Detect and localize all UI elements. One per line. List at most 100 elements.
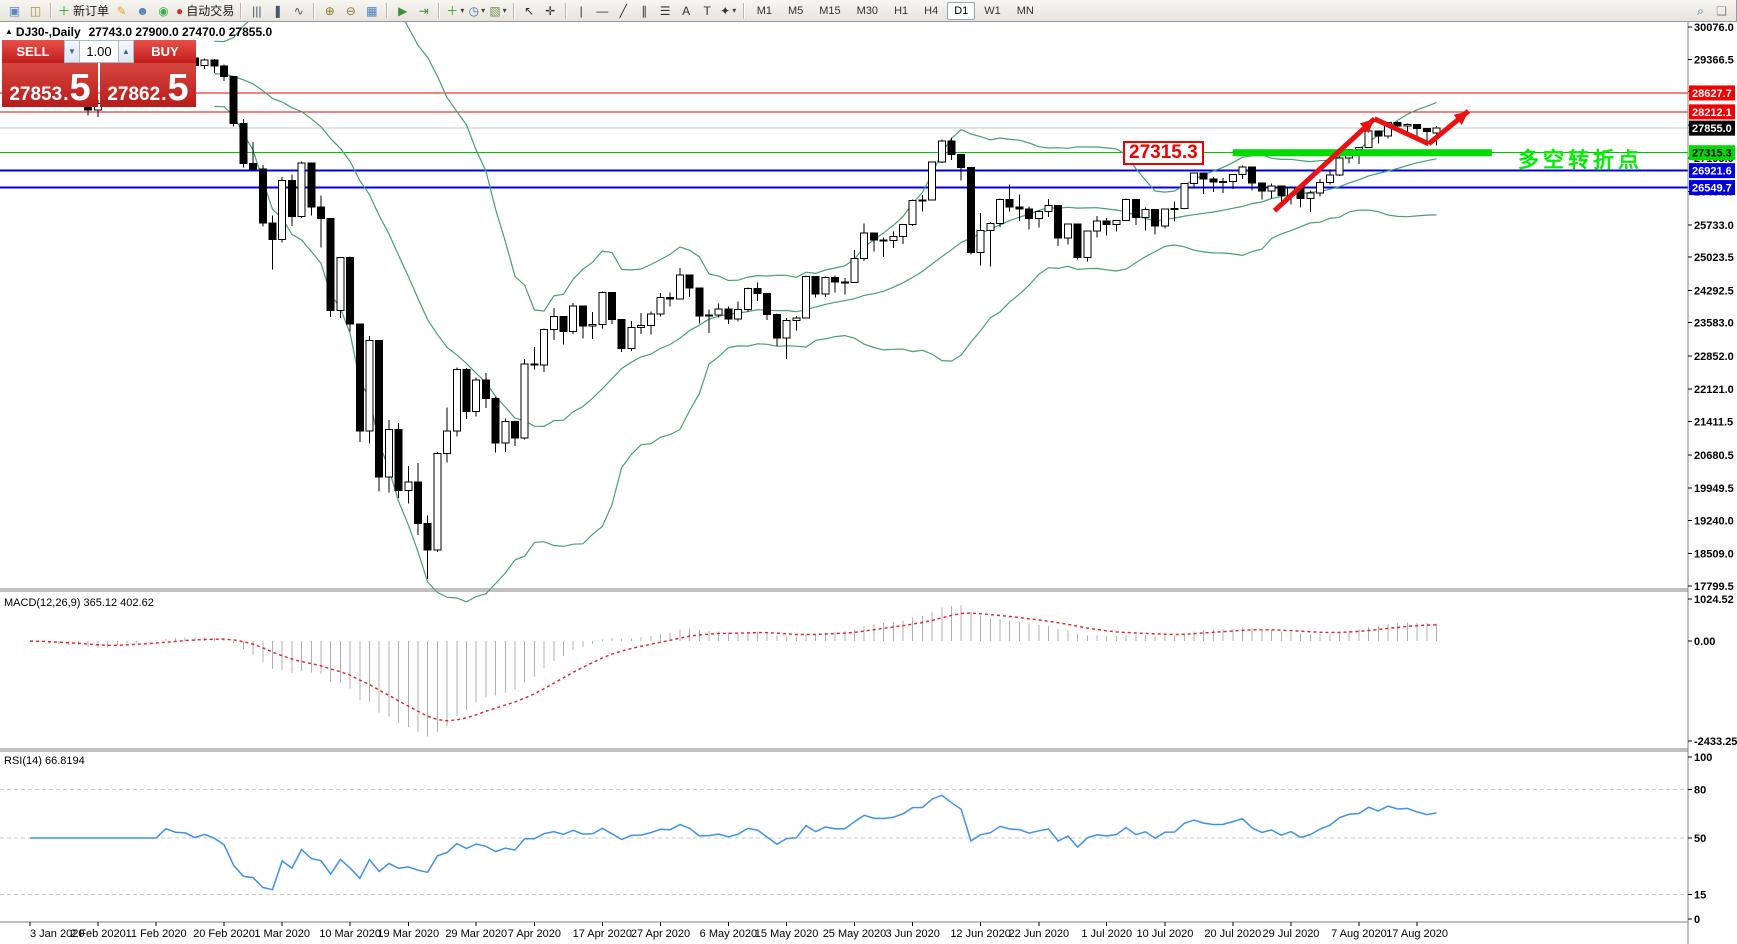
trendline-tool-icon[interactable]: ╱ — [613, 2, 634, 20]
svg-text:0: 0 — [1694, 914, 1700, 926]
indicators-dropdown[interactable]: ＋▾ — [444, 2, 466, 20]
timeframe-button-mn[interactable]: MN — [1010, 2, 1041, 20]
autotrading-button[interactable]: ●自动交易 — [174, 2, 236, 20]
turning-point-annotation[interactable]: 多空转折点 — [1518, 144, 1643, 174]
navigator-icon[interactable]: ☻ — [132, 2, 153, 20]
svg-text:27 Apr 2020: 27 Apr 2020 — [631, 928, 690, 940]
chat-icon[interactable]: ❏ — [1711, 2, 1732, 20]
bar-chart-mode-icon[interactable]: ||| — [246, 2, 267, 20]
text-tool-icon[interactable]: A — [676, 2, 697, 20]
chart-area: 30076.029366.528656.027926.027195.026464… — [0, 22, 1737, 944]
fibonacci-tool-icon: ☰ — [660, 2, 671, 20]
symbol-period-label: DJ30-,Daily — [16, 25, 81, 39]
new-order-button[interactable]: ＋新订单 — [56, 2, 111, 20]
fibonacci-tool-icon[interactable]: ☰ — [655, 2, 676, 20]
collapse-triangle-icon[interactable]: ▲ — [5, 27, 13, 36]
new-chart-icon: ▣ — [9, 2, 20, 20]
svg-text:10 Mar 2020: 10 Mar 2020 — [319, 928, 381, 940]
signals-icon[interactable]: ◉ — [153, 2, 174, 20]
svg-text:29 Mar 2020: 29 Mar 2020 — [445, 928, 507, 940]
zoom-out-icon[interactable]: ⊖ — [340, 2, 361, 20]
new-order-button: ＋ — [58, 2, 70, 20]
autotrading-button: ● — [176, 2, 183, 20]
tile-windows-icon[interactable]: ▦ — [361, 2, 382, 20]
sell-price[interactable]: 27853.5 — [2, 63, 98, 107]
zoom-in-icon[interactable]: ⊕ — [319, 2, 340, 20]
autotrading-button-label: 自动交易 — [186, 2, 234, 20]
svg-text:22 Jun 2020: 22 Jun 2020 — [1009, 928, 1070, 940]
price-label-27315.3: 27315.3 — [1689, 145, 1735, 160]
periods-dropdown[interactable]: ◷▾ — [466, 2, 487, 20]
svg-text:25023.5: 25023.5 — [1694, 252, 1734, 264]
svg-text:17 Aug 2020: 17 Aug 2020 — [1386, 928, 1448, 940]
price-label-26921.6: 26921.6 — [1689, 163, 1735, 178]
svg-text:21411.5: 21411.5 — [1694, 417, 1733, 429]
indicators-dropdown: ＋ — [446, 2, 458, 20]
channel-tool-icon: ∥ — [641, 2, 647, 20]
price-callout-label[interactable]: 27315.3 — [1123, 141, 1204, 165]
svg-text:29366.5: 29366.5 — [1694, 54, 1734, 66]
timeframe-button-d1[interactable]: D1 — [947, 2, 975, 20]
timeframe-button-m15[interactable]: M15 — [812, 2, 847, 20]
crosshair-tool-icon[interactable]: ✛ — [540, 2, 561, 20]
price-axis[interactable]: 30076.029366.528656.027926.027195.026464… — [1688, 22, 1737, 944]
svg-text:1024.52: 1024.52 — [1694, 594, 1734, 606]
auto-scroll-icon[interactable]: ▶ — [392, 2, 413, 20]
chart-title: ▲DJ30-,Daily 27743.0 27900.0 27470.0 2785… — [5, 25, 272, 39]
svg-text:6 May 2020: 6 May 2020 — [700, 928, 757, 940]
svg-text:17 Apr 2020: 17 Apr 2020 — [573, 928, 632, 940]
macd-indicator-label: MACD(12,26,9) 365.12 402.62 — [4, 597, 154, 609]
svg-text:24292.5: 24292.5 — [1694, 285, 1734, 297]
buy-button[interactable]: BUY — [134, 40, 196, 63]
timeframe-button-m30[interactable]: M30 — [850, 2, 885, 20]
sell-price-frac: 5 — [69, 73, 90, 104]
svg-text:12 Jun 2020: 12 Jun 2020 — [950, 928, 1011, 940]
candlestick-mode-icon[interactable]: ❚ — [267, 2, 288, 20]
search-icon[interactable]: ⌕ — [1690, 2, 1711, 20]
svg-text:0.00: 0.00 — [1694, 636, 1715, 648]
volume-decrease-button[interactable]: ▼ — [64, 40, 80, 63]
chart-canvas[interactable]: 30076.029366.528656.027926.027195.026464… — [0, 22, 1737, 944]
price-label-26549.7: 26549.7 — [1689, 180, 1735, 195]
vertical-line-tool-icon[interactable]: | — [571, 2, 592, 20]
label-tool-icon[interactable]: T — [697, 2, 718, 20]
support-trend-segment[interactable] — [1233, 149, 1492, 156]
panel-separators[interactable] — [0, 589, 1737, 922]
chart-shift-icon: ⇥ — [419, 2, 429, 20]
ohlc-values: 27743.0 27900.0 27470.0 27855.0 — [89, 25, 273, 39]
timeframe-button-m1[interactable]: M1 — [750, 2, 779, 20]
svg-text:23583.0: 23583.0 — [1694, 318, 1734, 330]
shapes-dropdown: ✦ — [720, 2, 730, 20]
new-chart-icon[interactable]: ▣ — [4, 2, 25, 20]
shapes-dropdown[interactable]: ✦▾ — [718, 2, 739, 20]
horizontal-line-tool-icon[interactable]: — — [592, 2, 613, 20]
volume-input[interactable] — [80, 40, 118, 63]
buy-price[interactable]: 27862.5 — [100, 63, 196, 107]
timeframe-button-w1[interactable]: W1 — [977, 2, 1008, 20]
tile-windows-icon: ▦ — [366, 2, 377, 20]
chart-shift-icon[interactable]: ⇥ — [413, 2, 434, 20]
svg-text:7 Aug 2020: 7 Aug 2020 — [1331, 928, 1387, 940]
volume-increase-button[interactable]: ▲ — [118, 40, 134, 63]
timeframe-button-m5[interactable]: M5 — [781, 2, 810, 20]
svg-text:26549.7: 26549.7 — [1692, 183, 1732, 195]
svg-text:50: 50 — [1694, 833, 1706, 845]
profiles-icon[interactable]: ◫ — [25, 2, 46, 20]
zoom-in-icon: ⊕ — [325, 2, 335, 20]
timeframe-button-h4[interactable]: H4 — [917, 2, 945, 20]
cursor-tool-icon[interactable]: ↖ — [519, 2, 540, 20]
auto-scroll-icon: ▶ — [398, 2, 407, 20]
line-chart-mode-icon[interactable]: ∿ — [288, 2, 309, 20]
sell-button[interactable]: SELL — [2, 40, 64, 63]
metaeditor-icon[interactable]: ✎ — [111, 2, 132, 20]
timeframe-button-h1[interactable]: H1 — [887, 2, 915, 20]
templates-dropdown[interactable]: ▧▾ — [487, 2, 508, 20]
svg-text:80: 80 — [1694, 784, 1706, 796]
channel-tool-icon[interactable]: ∥ — [634, 2, 655, 20]
toolbar-separator — [50, 3, 52, 19]
svg-text:15 May 2020: 15 May 2020 — [755, 928, 819, 940]
toolbar-separator — [313, 3, 315, 19]
one-click-trading-panel: SELL ▼ ▲ BUY 27853.5 27862.5 — [2, 40, 196, 107]
date-axis[interactable]: 3 Jan 20202 Feb 202011 Feb 202020 Feb 20… — [30, 922, 1448, 940]
svg-text:7 Apr 2020: 7 Apr 2020 — [508, 928, 561, 940]
